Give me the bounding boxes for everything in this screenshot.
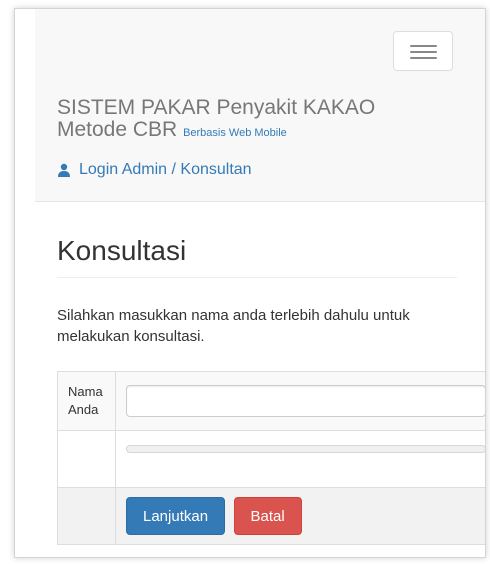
page-title: Konsultasi	[57, 235, 187, 266]
hamburger-icon	[410, 45, 437, 47]
navbar: SISTEM PAKAR Penyakit KAKAO Metode CBR B…	[35, 9, 485, 202]
login-link-label: Login Admin / Konsultan	[79, 161, 252, 178]
navbar-toggle-button[interactable]	[393, 31, 453, 71]
table-row	[57, 430, 485, 488]
empty-cell	[57, 430, 116, 488]
hamburger-icon	[410, 57, 437, 59]
actions-cell: Lanjutkan Batal	[115, 487, 485, 545]
name-input[interactable]	[126, 385, 485, 417]
name-label: Nama Anda	[57, 371, 116, 431]
brand-method: Metode CBR	[57, 118, 178, 141]
instruction-text: Silahkan masukkan nama anda terlebih dah…	[57, 307, 410, 345]
hamburger-icon	[410, 51, 437, 53]
submit-button[interactable]: Lanjutkan	[126, 497, 226, 535]
empty-cell	[57, 487, 116, 545]
browser-frame: SISTEM PAKAR Penyakit KAKAO Metode CBR B…	[14, 8, 486, 558]
table-row: Lanjutkan Batal	[57, 487, 485, 545]
name-input-cell	[115, 371, 485, 431]
cancel-button[interactable]: Batal	[233, 497, 302, 535]
consultation-form-table: Nama Anda Lanjutkan Batal	[57, 371, 485, 545]
table-row: Nama Anda	[57, 371, 485, 431]
brand-title: SISTEM PAKAR Penyakit KAKAO	[57, 96, 376, 119]
progress-bar	[126, 445, 485, 453]
login-admin-link[interactable]: Login Admin / Konsultan	[57, 161, 252, 179]
progress-cell	[115, 430, 485, 488]
user-icon	[58, 163, 70, 177]
navbar-brand[interactable]: SISTEM PAKAR Penyakit KAKAO Metode CBR B…	[57, 97, 457, 144]
brand-tagline: Berbasis Web Mobile	[183, 127, 287, 139]
title-divider	[57, 277, 457, 278]
